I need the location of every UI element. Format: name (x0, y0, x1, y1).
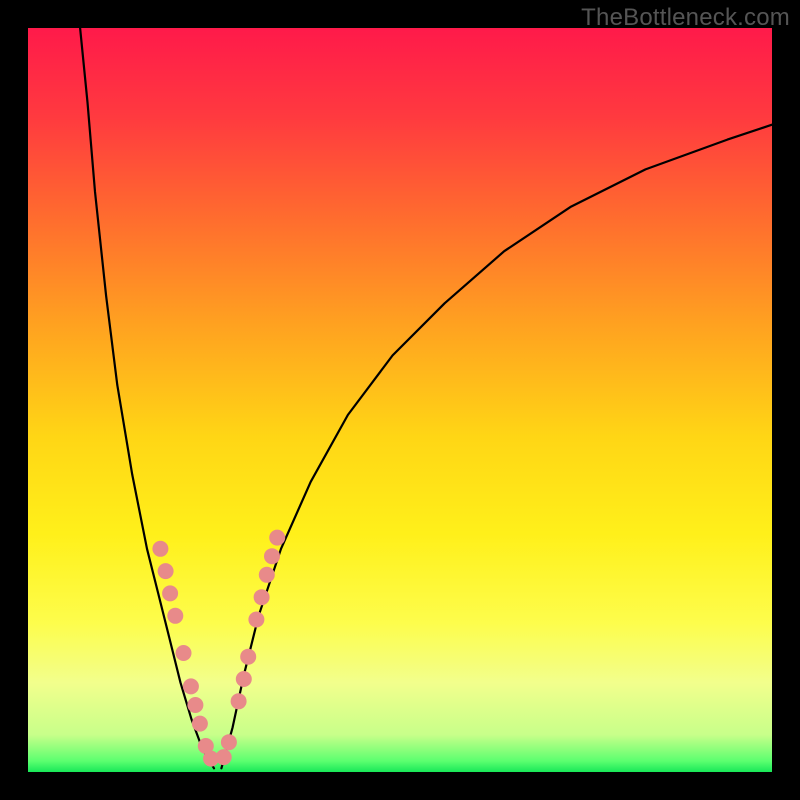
marker-point (231, 693, 247, 709)
curve-left-branch (80, 28, 214, 768)
marker-point (221, 734, 237, 750)
marker-point (192, 716, 208, 732)
marker-point (183, 678, 199, 694)
curves-layer (28, 28, 772, 772)
outer-frame: TheBottleneck.com (0, 0, 800, 800)
marker-point (240, 649, 256, 665)
marker-point (264, 548, 280, 564)
marker-point (269, 530, 285, 546)
marker-point (248, 612, 264, 628)
marker-point (158, 563, 174, 579)
marker-point (216, 749, 232, 765)
marker-point (187, 697, 203, 713)
marker-point (152, 541, 168, 557)
marker-point (259, 567, 275, 583)
marker-point (162, 585, 178, 601)
marker-point (254, 589, 270, 605)
marker-point (167, 608, 183, 624)
marker-point (176, 645, 192, 661)
curve-right-branch (221, 125, 772, 769)
marker-point (236, 671, 252, 687)
watermark-text: TheBottleneck.com (581, 4, 790, 32)
